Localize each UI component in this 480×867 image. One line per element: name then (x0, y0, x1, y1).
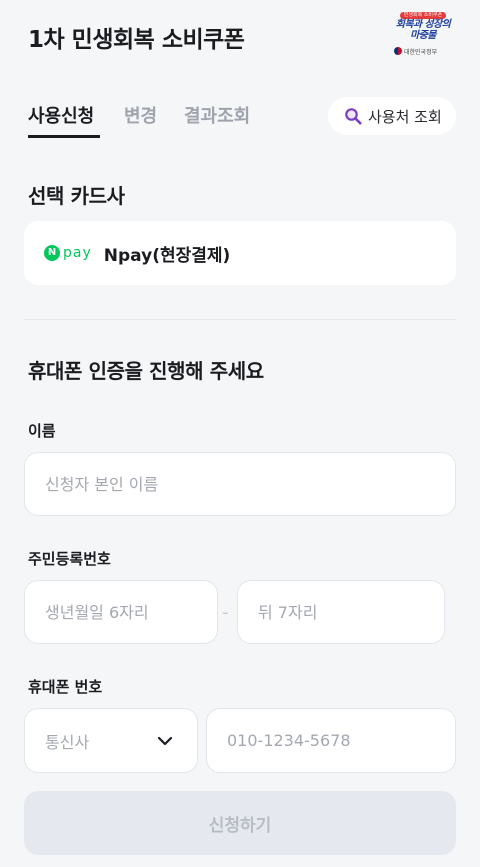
tab-change[interactable]: 변경 (124, 102, 157, 128)
section-divider (24, 319, 456, 320)
phone-number-input[interactable] (206, 708, 456, 773)
logo-slogan: 회복과 성장의 마중물 (392, 19, 454, 41)
taegeuk-icon (394, 47, 402, 55)
npay-logo: N pay (44, 245, 92, 261)
card-company-name: Npay(현장결제) (103, 245, 231, 266)
verify-section-title: 휴대폰 인증을 진행해 주세요 (28, 359, 264, 383)
rrn-birth-input[interactable] (24, 580, 218, 644)
logo-slogan-line1: 회복과 성장의 (395, 19, 451, 30)
carrier-select-value: 통신사 (45, 732, 90, 752)
chevron-down-icon (157, 736, 173, 746)
phone-label: 휴대폰 번호 (28, 678, 103, 696)
campaign-logo: 민생회복 소비쿠폰 회복과 성장의 마중물 대한민국정부 (388, 8, 458, 60)
rrn-label: 주민등록번호 (28, 550, 111, 568)
card-section-title: 선택 카드사 (28, 184, 125, 208)
store-lookup-button[interactable]: 사용처 조회 (328, 97, 456, 135)
npay-wordmark: pay (63, 245, 92, 261)
tab-apply[interactable]: 사용신청 (28, 102, 94, 128)
selected-card-company[interactable]: N pay Npay(현장결제) (24, 221, 456, 285)
store-lookup-label: 사용처 조회 (368, 107, 442, 126)
search-icon (345, 108, 362, 125)
carrier-select[interactable]: 통신사 (24, 708, 198, 773)
tab-result[interactable]: 결과조회 (184, 102, 250, 128)
rrn-back-input[interactable] (237, 580, 445, 644)
government-logo: 대한민국정부 (394, 47, 452, 57)
name-input[interactable] (24, 452, 456, 516)
submit-button[interactable]: 신청하기 (24, 791, 456, 855)
active-tab-indicator (28, 135, 100, 138)
rrn-separator: - (222, 602, 229, 623)
header: 1차 민생회복 소비쿠폰 민생회복 소비쿠폰 회복과 성장의 마중물 대한민국정… (0, 0, 480, 80)
name-label: 이름 (28, 422, 56, 440)
government-name: 대한민국정부 (404, 49, 438, 56)
logo-top-banner: 민생회복 소비쿠폰 (400, 12, 446, 19)
npay-n-icon: N (44, 245, 60, 261)
page-title: 1차 민생회복 소비쿠폰 (28, 27, 245, 53)
logo-slogan-line2: 마중물 (410, 30, 436, 41)
